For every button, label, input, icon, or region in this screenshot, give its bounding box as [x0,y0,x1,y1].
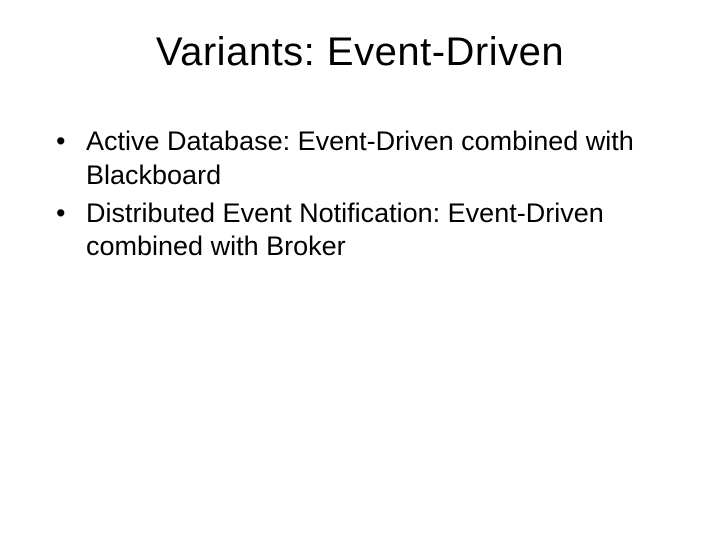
slide-container: Variants: Event-Driven Active Database: … [0,0,720,540]
list-item: Distributed Event Notification: Event-Dr… [56,197,680,265]
slide-title: Variants: Event-Driven [40,30,680,75]
list-item: Active Database: Event-Driven combined w… [56,125,680,193]
slide-content: Active Database: Event-Driven combined w… [40,125,680,264]
bullet-list: Active Database: Event-Driven combined w… [56,125,680,264]
